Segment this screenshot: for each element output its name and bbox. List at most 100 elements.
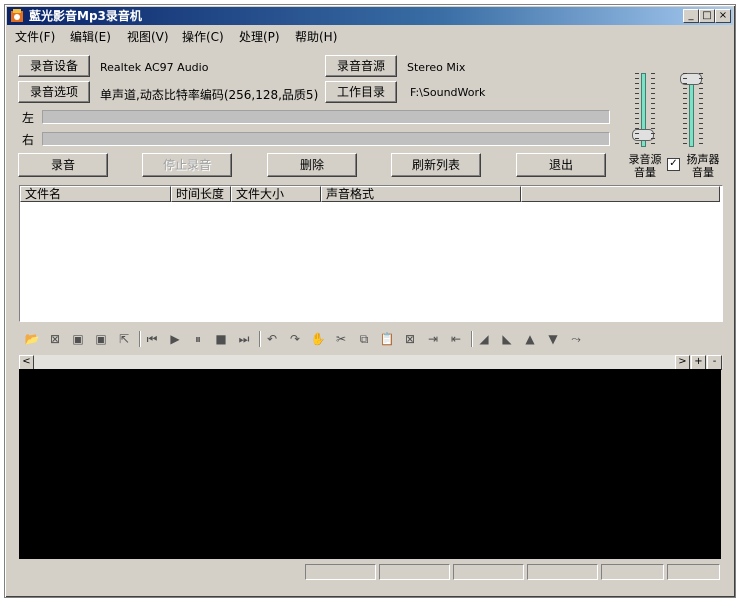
column-header-filesize[interactable]: 文件大小 <box>231 186 321 202</box>
slider-tick <box>635 108 639 109</box>
crop-icon[interactable]: ⊠ <box>401 330 419 348</box>
speaker-volume-track[interactable] <box>689 79 694 147</box>
fade-out-icon[interactable]: ◣ <box>498 330 516 348</box>
exit-button[interactable]: 退出 <box>516 153 606 177</box>
slider-tick <box>651 93 655 94</box>
save-as-icon[interactable]: ▣ <box>92 330 110 348</box>
left-level-meter <box>42 110 610 124</box>
slider-tick <box>635 138 639 139</box>
menu-operate[interactable]: 操作(C) <box>182 28 224 45</box>
skip-start-icon[interactable]: ⏮ <box>143 330 161 348</box>
refresh-list-button[interactable]: 刷新列表 <box>391 153 481 177</box>
speaker-checkbox[interactable]: ✓ <box>667 158 680 171</box>
slider-tick <box>683 73 687 74</box>
volume-down-icon[interactable]: ▼ <box>544 330 562 348</box>
slider-tick <box>683 93 687 94</box>
right-level-meter <box>42 132 610 146</box>
slider-tick <box>651 118 655 119</box>
slider-tick <box>651 128 655 129</box>
record-options-value: 单声道,动态比特率编码(256,128,品质5) <box>100 88 319 102</box>
minimize-button[interactable]: _ <box>683 9 699 23</box>
waveform-display[interactable] <box>19 369 721 559</box>
play-icon[interactable]: ▶ <box>166 330 184 348</box>
slider-tick <box>699 93 703 94</box>
slider-tick <box>651 113 655 114</box>
record-button[interactable]: 录音 <box>18 153 108 177</box>
fade-in-icon[interactable]: ◢ <box>475 330 493 348</box>
right-channel-label: 右 <box>22 133 35 147</box>
pause-icon[interactable]: ⏸ <box>189 330 207 348</box>
zoom-out-button[interactable]: - <box>707 355 722 370</box>
slider-tick <box>683 98 687 99</box>
slider-tick <box>635 143 639 144</box>
slider-tick <box>635 103 639 104</box>
close-button[interactable]: × <box>715 9 731 23</box>
slider-tick <box>683 88 687 89</box>
title-bar[interactable]: 藍光影音Mp3录音机 _ □ × <box>7 7 733 25</box>
slider-tick <box>651 108 655 109</box>
status-cell-5 <box>601 564 664 580</box>
record-source-button[interactable]: 录音音源 <box>325 55 397 77</box>
normalize-icon[interactable]: ⤳ <box>567 330 585 348</box>
volume-up-icon[interactable]: ▲ <box>521 330 539 348</box>
slider-tick <box>651 143 655 144</box>
horizontal-scrollbar[interactable]: < > + - <box>19 355 723 370</box>
paste-icon[interactable]: 📋 <box>378 330 396 348</box>
slider-tick <box>651 133 655 134</box>
cut-icon[interactable]: ✂ <box>332 330 350 348</box>
maximize-button[interactable]: □ <box>699 9 715 23</box>
scroll-left-button[interactable]: < <box>19 355 34 370</box>
slider-tick <box>683 128 687 129</box>
slider-tick <box>635 118 639 119</box>
column-header-duration[interactable]: 时间长度 <box>171 186 231 202</box>
slider-tick <box>635 128 639 129</box>
record-options-button[interactable]: 录音选项 <box>18 81 90 103</box>
undo-icon[interactable]: ↶ <box>263 330 281 348</box>
status-cell-4 <box>527 564 598 580</box>
slider-tick <box>699 108 703 109</box>
record-device-value: Realtek AC97 Audio <box>100 61 209 74</box>
slider-tick <box>683 103 687 104</box>
menu-help[interactable]: 帮助(H) <box>295 28 337 45</box>
zoom-in-button[interactable]: + <box>691 355 706 370</box>
slider-tick <box>683 78 687 79</box>
copy-icon[interactable]: ⧉ <box>355 330 373 348</box>
slider-tick <box>699 88 703 89</box>
hand-icon[interactable]: ✋ <box>309 330 327 348</box>
slider-tick <box>635 73 639 74</box>
column-header-format[interactable]: 声音格式 <box>321 186 521 202</box>
slider-tick <box>635 78 639 79</box>
close-file-icon[interactable]: ⊠ <box>46 330 64 348</box>
work-directory-button[interactable]: 工作目录 <box>325 81 397 103</box>
toolbar-separator <box>139 331 140 347</box>
column-header-filename[interactable]: 文件名 <box>20 186 171 202</box>
record-device-button[interactable]: 录音设备 <box>18 55 90 77</box>
file-list[interactable]: 文件名 时间长度 文件大小 声音格式 <box>19 185 723 322</box>
delete-button[interactable]: 删除 <box>267 153 357 177</box>
source-volume-label: 录音源 音量 <box>628 153 662 179</box>
slider-tick <box>635 93 639 94</box>
menu-file[interactable]: 文件(F) <box>15 28 55 45</box>
source-volume-thumb[interactable] <box>632 129 654 141</box>
menu-process[interactable]: 处理(P) <box>239 28 280 45</box>
skip-end-icon[interactable]: ⏭ <box>235 330 253 348</box>
status-cell-3 <box>453 564 524 580</box>
scroll-right-button[interactable]: > <box>675 355 690 370</box>
menu-view[interactable]: 视图(V) <box>127 28 169 45</box>
slider-tick <box>683 123 687 124</box>
save-icon[interactable]: ▣ <box>69 330 87 348</box>
slider-tick <box>683 143 687 144</box>
redo-icon[interactable]: ↷ <box>286 330 304 348</box>
stop-record-button[interactable]: 停止录音 <box>142 153 232 177</box>
trim-icon[interactable]: ⇤ <box>447 330 465 348</box>
menu-edit[interactable]: 编辑(E) <box>70 28 111 45</box>
slider-tick <box>683 113 687 114</box>
export-icon[interactable]: ⇱ <box>115 330 133 348</box>
insert-silence-icon[interactable]: ⇥ <box>424 330 442 348</box>
slider-tick <box>699 133 703 134</box>
slider-tick <box>635 113 639 114</box>
slider-tick <box>651 98 655 99</box>
open-folder-icon[interactable]: 📂 <box>23 330 41 348</box>
stop-icon[interactable]: ■ <box>212 330 230 348</box>
slider-tick <box>651 83 655 84</box>
